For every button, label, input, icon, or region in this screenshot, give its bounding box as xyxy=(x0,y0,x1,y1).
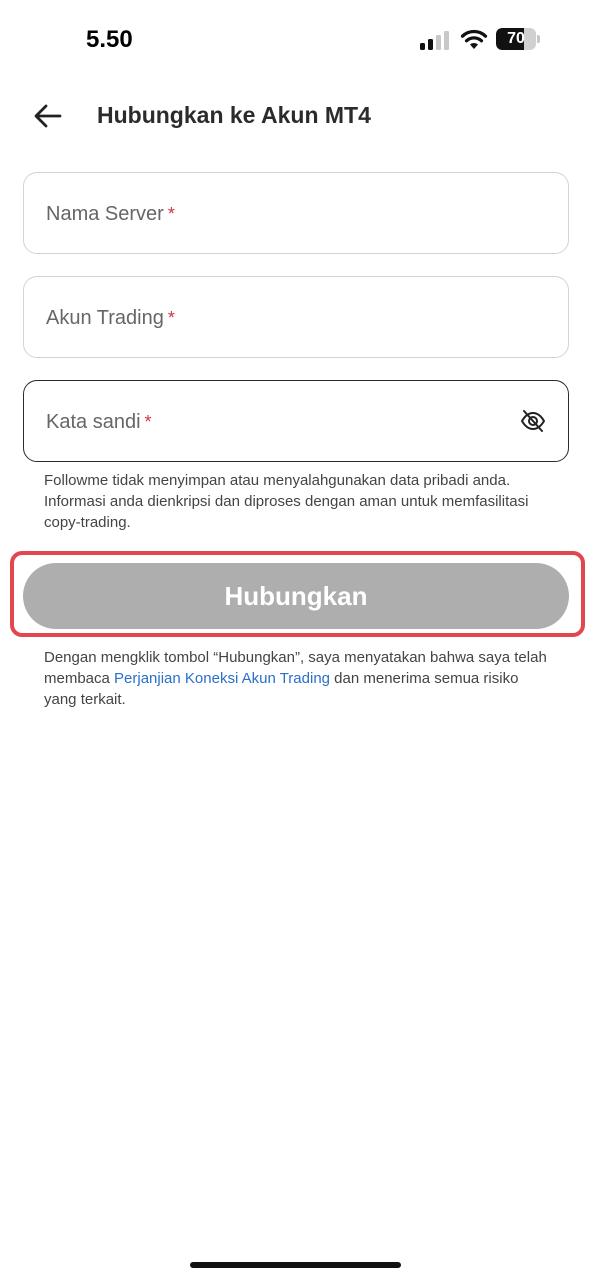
cellular-signal-icon xyxy=(420,31,449,50)
home-indicator xyxy=(190,1262,401,1268)
trading-account-label: Akun Trading * xyxy=(46,307,175,330)
battery-cap xyxy=(537,35,540,43)
terms-text: Dengan mengklik tombol “Hubungkan”, saya… xyxy=(44,647,554,710)
wifi-icon xyxy=(460,29,488,49)
page-title: Hubungkan ke Akun MT4 xyxy=(97,102,371,128)
server-name-field[interactable]: Nama Server * xyxy=(23,172,569,254)
password-field[interactable]: Kata sandi * xyxy=(23,380,569,462)
server-name-label: Nama Server * xyxy=(46,203,175,226)
status-time: 5.50 xyxy=(86,26,133,53)
terms-agreement-link[interactable]: Perjanjian Koneksi Akun Trading xyxy=(114,670,330,687)
required-mark: * xyxy=(144,412,152,432)
screen: 5.50 70 Hubungkan ke Akun MT4 Nama Serve… xyxy=(0,0,591,1280)
password-label-text: Kata sandi xyxy=(46,411,141,433)
header: Hubungkan ke Akun MT4 xyxy=(0,88,591,144)
arrow-left-icon[interactable] xyxy=(30,98,66,134)
battery-body: 70 xyxy=(496,28,536,50)
eye-off-icon[interactable] xyxy=(520,408,546,434)
connect-button[interactable]: Hubungkan xyxy=(23,563,569,629)
battery-icon: 70 xyxy=(496,28,540,50)
required-mark: * xyxy=(167,308,175,328)
trading-account-label-text: Akun Trading xyxy=(46,307,164,329)
trading-account-field[interactable]: Akun Trading * xyxy=(23,276,569,358)
privacy-note: Followme tidak menyimpan atau menyalahgu… xyxy=(44,472,529,531)
password-label: Kata sandi * xyxy=(46,411,152,434)
status-bar: 5.50 70 xyxy=(0,0,591,80)
battery-level: 70 xyxy=(507,30,525,47)
server-name-label-text: Nama Server xyxy=(46,203,164,225)
required-mark: * xyxy=(167,204,175,224)
